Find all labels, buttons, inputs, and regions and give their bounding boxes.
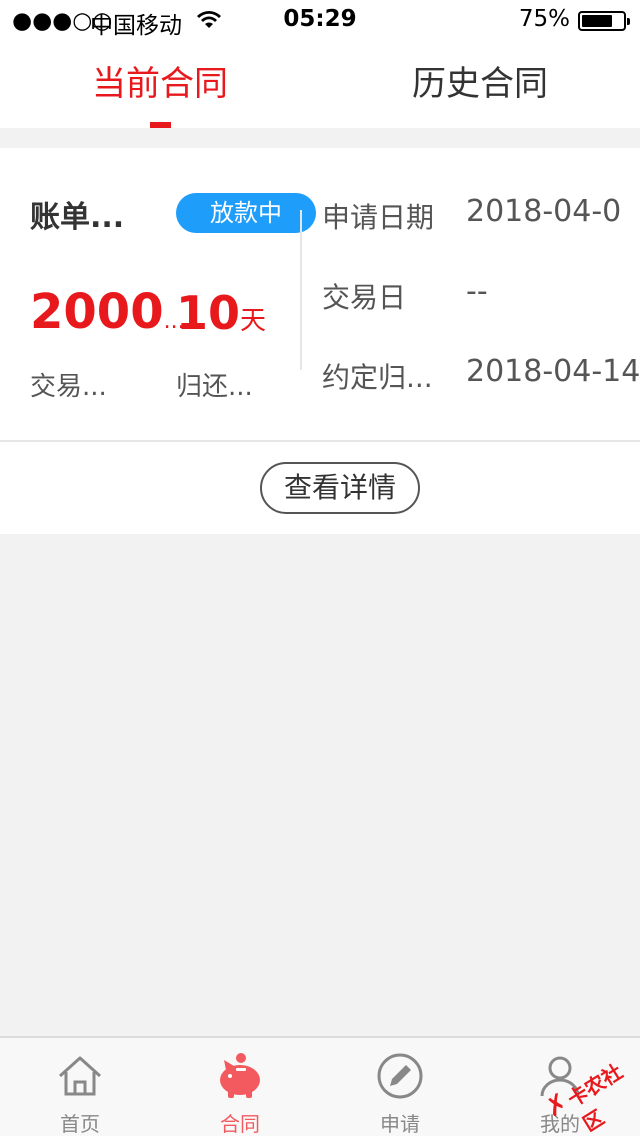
horizontal-divider: [0, 440, 640, 442]
nav-label-apply: 申请: [380, 1112, 420, 1136]
battery-icon: [578, 11, 630, 31]
nav-label-home: 首页: [60, 1112, 100, 1136]
nav-item-contract[interactable]: 合同: [160, 1038, 320, 1136]
pencil-icon: [377, 1053, 423, 1099]
nav-item-home[interactable]: 首页: [0, 1038, 160, 1136]
days-unit: 天: [240, 306, 267, 336]
vertical-divider: [300, 210, 302, 370]
due-date-value: 2018-04-14: [466, 354, 640, 389]
amount-label: 交易...: [30, 372, 107, 402]
tab-current-contract[interactable]: 当前合同: [0, 40, 320, 128]
view-details-button[interactable]: 查看详情: [260, 462, 420, 514]
status-badge: 放款中: [176, 193, 316, 233]
days-value: 10: [176, 286, 241, 340]
piggy-bank-icon: [220, 1053, 260, 1098]
bill-title: 账单...: [30, 200, 125, 235]
nav-label-contract: 合同: [220, 1112, 260, 1136]
active-tab-indicator: [150, 122, 171, 128]
trade-date-label: 交易日: [322, 281, 407, 314]
apply-date-label: 申请日期: [322, 201, 435, 234]
tab-history-contract[interactable]: 历史合同: [320, 40, 640, 128]
battery-percent: 75%: [518, 6, 570, 32]
contract-tabs: 当前合同 历史合同: [0, 40, 640, 128]
due-date-label: 约定归...: [322, 361, 433, 394]
apply-date-value: 2018-04-0: [466, 194, 622, 229]
trade-date-value: --: [466, 274, 488, 309]
status-bar: ●●●○○ 中国移动 05:29 75%: [0, 0, 640, 40]
home-icon: [58, 1056, 102, 1096]
amount-value: 2000: [30, 284, 164, 340]
nav-item-apply[interactable]: 申请: [320, 1038, 480, 1136]
transaction-amount: 2000...: [30, 284, 185, 340]
battery-fill: [582, 15, 612, 27]
contract-card: 账单... 放款中 2000... 10天 交易... 归还... 申请日期 2…: [0, 148, 640, 534]
days-label: 归还...: [176, 372, 253, 402]
repay-days: 10天: [176, 286, 266, 340]
